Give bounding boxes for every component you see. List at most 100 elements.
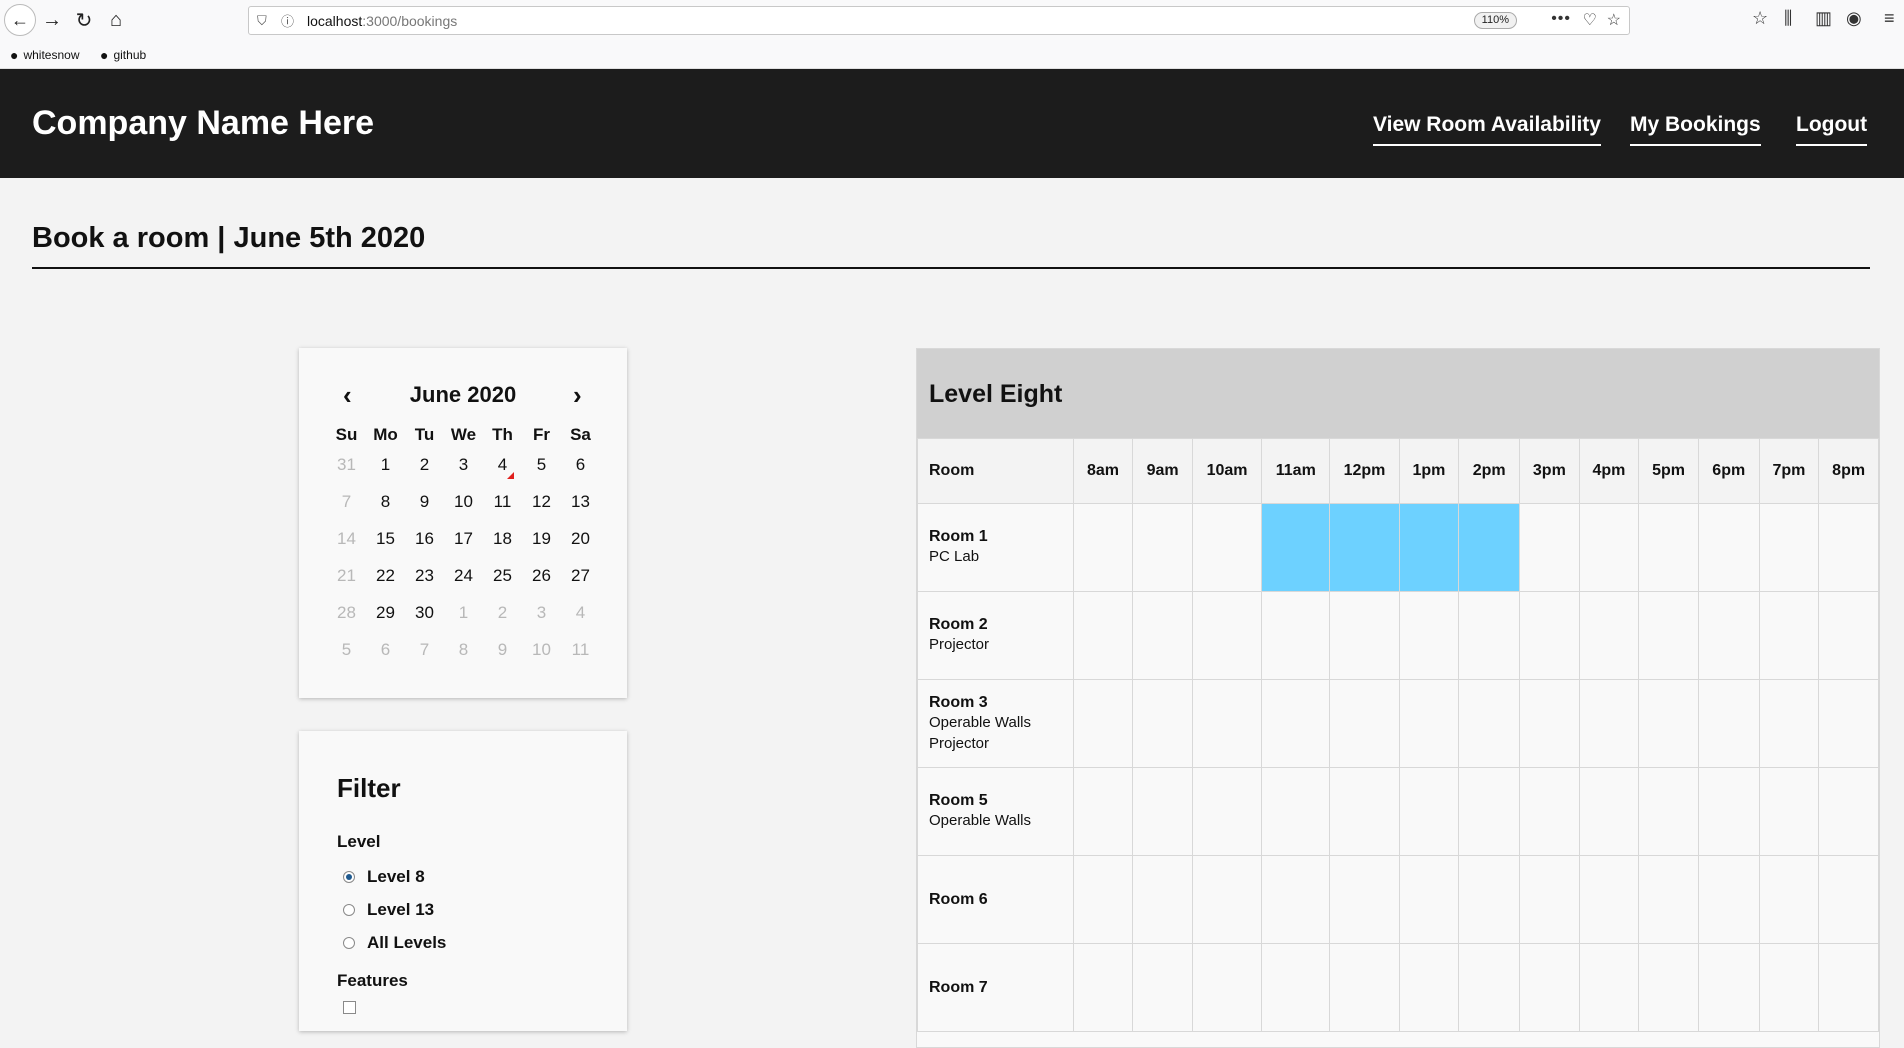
time-slot[interactable]: [1578, 679, 1640, 768]
bookmark-whitesnow[interactable]: ● whitesnow: [10, 47, 80, 63]
booked-time-slot[interactable]: [1458, 503, 1521, 592]
all-levels-radio[interactable]: [343, 937, 355, 949]
time-slot[interactable]: [1458, 679, 1521, 768]
time-slot[interactable]: [1132, 767, 1193, 856]
calendar-day[interactable]: 13: [561, 492, 600, 512]
time-slot[interactable]: [1638, 591, 1699, 680]
pocket-icon[interactable]: ♡: [1583, 10, 1597, 30]
calendar-day[interactable]: 31: [327, 455, 366, 475]
calendar-day[interactable]: 10: [522, 640, 561, 660]
time-slot[interactable]: [1261, 767, 1331, 856]
calendar-day[interactable]: 7: [327, 492, 366, 512]
url-text[interactable]: localhost:3000/bookings: [307, 13, 457, 29]
time-slot[interactable]: [1818, 503, 1879, 592]
time-slot[interactable]: [1578, 591, 1640, 680]
calendar-day[interactable]: 6: [366, 640, 405, 660]
calendar-day[interactable]: 11: [483, 492, 522, 512]
time-slot[interactable]: [1398, 591, 1460, 680]
time-slot[interactable]: [1261, 943, 1331, 1032]
time-slot[interactable]: [1072, 503, 1134, 592]
level-8-radio[interactable]: [343, 871, 355, 883]
calendar-day[interactable]: 24: [444, 566, 483, 586]
calendar-day[interactable]: 28: [327, 603, 366, 623]
calendar-day[interactable]: 15: [366, 529, 405, 549]
time-slot[interactable]: [1398, 767, 1460, 856]
level-13-radio[interactable]: [343, 904, 355, 916]
brand-name[interactable]: Company Name Here: [32, 104, 374, 143]
level-option-all-levels[interactable]: All Levels: [343, 933, 446, 953]
time-slot[interactable]: [1072, 943, 1134, 1032]
nav-logout[interactable]: Logout: [1796, 113, 1868, 146]
time-slot[interactable]: [1261, 591, 1331, 680]
account-icon[interactable]: ◉: [1846, 8, 1862, 29]
time-slot[interactable]: [1191, 767, 1263, 856]
calendar-day[interactable]: 4: [483, 455, 522, 479]
time-slot[interactable]: [1072, 767, 1134, 856]
time-slot[interactable]: [1519, 503, 1580, 592]
time-slot[interactable]: [1132, 855, 1193, 944]
calendar-day[interactable]: 11: [561, 640, 600, 660]
time-slot[interactable]: [1398, 855, 1460, 944]
page-actions-icon[interactable]: •••: [1551, 10, 1571, 28]
nav-my-bookings[interactable]: My Bookings: [1630, 113, 1761, 146]
time-slot[interactable]: [1191, 679, 1263, 768]
calendar-day[interactable]: 29: [366, 603, 405, 623]
time-slot[interactable]: [1697, 767, 1760, 856]
time-slot[interactable]: [1191, 591, 1263, 680]
time-slot[interactable]: [1758, 591, 1820, 680]
calendar-day[interactable]: 9: [405, 492, 444, 512]
site-info-icon[interactable]: ⓘ: [281, 11, 301, 30]
time-slot[interactable]: [1578, 503, 1640, 592]
calendar-day[interactable]: 2: [483, 603, 522, 623]
level-option-level-8[interactable]: Level 8: [343, 867, 425, 887]
time-slot[interactable]: [1578, 767, 1640, 856]
time-slot[interactable]: [1191, 503, 1263, 592]
home-icon[interactable]: ⌂: [102, 6, 130, 34]
calendar-day[interactable]: 8: [366, 492, 405, 512]
time-slot[interactable]: [1072, 679, 1134, 768]
calendar-day[interactable]: 8: [444, 640, 483, 660]
time-slot[interactable]: [1519, 943, 1580, 1032]
time-slot[interactable]: [1519, 767, 1580, 856]
menu-icon[interactable]: ≡: [1884, 8, 1895, 29]
calendar-day[interactable]: 12: [522, 492, 561, 512]
calendar-day[interactable]: 6: [561, 455, 600, 475]
forward-icon[interactable]: →: [38, 6, 66, 34]
url-bar[interactable]: ⛉ ⓘ localhost:3000/bookings 110% ••• ♡ ☆: [248, 6, 1630, 35]
time-slot[interactable]: [1697, 943, 1760, 1032]
time-slot[interactable]: [1818, 591, 1879, 680]
time-slot[interactable]: [1519, 679, 1580, 768]
reading-list-icon[interactable]: ☆: [1752, 8, 1768, 29]
calendar-day[interactable]: 3: [444, 455, 483, 475]
time-slot[interactable]: [1329, 679, 1400, 768]
time-slot[interactable]: [1578, 943, 1640, 1032]
time-slot[interactable]: [1261, 855, 1331, 944]
calendar-day[interactable]: 27: [561, 566, 600, 586]
time-slot[interactable]: [1638, 767, 1699, 856]
time-slot[interactable]: [1191, 943, 1263, 1032]
time-slot[interactable]: [1132, 679, 1193, 768]
calendar-day[interactable]: 3: [522, 603, 561, 623]
calendar-day[interactable]: 23: [405, 566, 444, 586]
time-slot[interactable]: [1758, 679, 1820, 768]
calendar-day[interactable]: 7: [405, 640, 444, 660]
bookmark-github[interactable]: ● github: [100, 47, 146, 63]
time-slot[interactable]: [1697, 855, 1760, 944]
calendar-day[interactable]: 1: [366, 455, 405, 475]
time-slot[interactable]: [1398, 679, 1460, 768]
time-slot[interactable]: [1638, 855, 1699, 944]
time-slot[interactable]: [1638, 679, 1699, 768]
time-slot[interactable]: [1458, 855, 1521, 944]
calendar-day[interactable]: 5: [327, 640, 366, 660]
calendar-day[interactable]: 26: [522, 566, 561, 586]
time-slot[interactable]: [1132, 503, 1193, 592]
time-slot[interactable]: [1458, 591, 1521, 680]
time-slot[interactable]: [1818, 855, 1879, 944]
time-slot[interactable]: [1261, 679, 1331, 768]
time-slot[interactable]: [1191, 855, 1263, 944]
time-slot[interactable]: [1818, 943, 1879, 1032]
time-slot[interactable]: [1818, 767, 1879, 856]
time-slot[interactable]: [1519, 855, 1580, 944]
sidebar-icon[interactable]: ▥: [1815, 8, 1832, 29]
time-slot[interactable]: [1072, 591, 1134, 680]
